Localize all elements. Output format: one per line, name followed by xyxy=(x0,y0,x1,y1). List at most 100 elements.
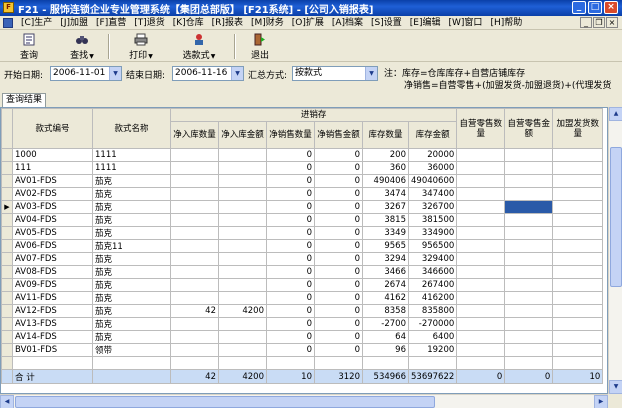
menu-reports[interactable]: [R]报表 xyxy=(208,17,247,29)
table-cell[interactable] xyxy=(218,187,267,201)
table-cell[interactable] xyxy=(504,252,554,266)
find-button[interactable]: 查找▼ xyxy=(64,33,100,61)
table-cell[interactable] xyxy=(456,148,506,162)
table-cell[interactable]: 0 xyxy=(266,330,315,344)
table-cell[interactable]: AV11-FDS xyxy=(12,291,93,305)
table-cell[interactable] xyxy=(456,174,506,188)
table-cell[interactable]: 835800 xyxy=(407,304,458,318)
table-cell[interactable] xyxy=(170,265,219,279)
table-cell[interactable]: -270000 xyxy=(407,317,458,331)
table-cell[interactable]: 茄克 xyxy=(92,317,171,331)
table-cell[interactable]: 0 xyxy=(314,213,363,227)
table-cell[interactable]: 0 xyxy=(266,278,315,292)
table-cell[interactable] xyxy=(456,187,506,201)
column-header-in-qty[interactable]: 净入库数量 xyxy=(170,121,219,149)
menu-production[interactable]: [C]生产 xyxy=(17,17,56,29)
menu-extend[interactable]: [O]扩展 xyxy=(288,17,328,29)
table-cell[interactable]: 3349 xyxy=(362,226,409,240)
table-cell[interactable]: 3267 xyxy=(362,200,409,214)
table-cell[interactable] xyxy=(504,161,554,175)
table-cell[interactable]: 111 xyxy=(12,161,93,175)
table-cell[interactable]: 0 xyxy=(314,200,363,214)
chevron-down-icon[interactable]: ▼ xyxy=(231,67,243,80)
table-cell[interactable]: 334900 xyxy=(407,226,458,240)
table-cell[interactable]: 茄克 xyxy=(92,291,171,305)
table-row[interactable]: AV02-FDS 茄克 0 0 3474 347400 xyxy=(1,187,604,201)
start-date-field[interactable]: 2006-11-01 ▼ xyxy=(50,66,122,81)
menu-edit[interactable]: [E]编辑 xyxy=(406,17,445,29)
table-cell[interactable]: 20000 xyxy=(407,148,458,162)
table-cell[interactable]: 267400 xyxy=(407,278,458,292)
table-cell[interactable]: BV01-FDS xyxy=(12,343,93,357)
table-cell[interactable]: 0 xyxy=(266,343,315,357)
table-row[interactable]: AV07-FDS 茄克 0 0 3294 329400 xyxy=(1,252,604,266)
table-cell[interactable]: 茄克 xyxy=(92,265,171,279)
horizontal-scrollbar[interactable]: ◀ ▶ xyxy=(0,394,608,408)
column-header-stock-amt[interactable]: 库存金额 xyxy=(407,121,458,149)
column-header-in-amt[interactable]: 净入库金额 xyxy=(218,121,267,149)
horizontal-scroll-thumb[interactable] xyxy=(15,396,435,408)
table-cell[interactable] xyxy=(456,213,506,227)
table-cell[interactable]: AV12-FDS xyxy=(12,304,93,318)
mdi-minimize-button[interactable]: _ xyxy=(580,17,592,28)
table-cell[interactable]: AV01-FDS xyxy=(12,174,93,188)
menu-window[interactable]: [W]窗口 xyxy=(445,17,487,29)
table-cell[interactable] xyxy=(170,174,219,188)
table-cell[interactable] xyxy=(504,278,554,292)
table-cell[interactable]: 3466 xyxy=(362,265,409,279)
menu-returns[interactable]: [T]退货 xyxy=(130,17,169,29)
table-cell[interactable] xyxy=(552,291,604,305)
table-cell[interactable] xyxy=(456,265,506,279)
table-cell[interactable] xyxy=(170,148,219,162)
current-row-indicator-icon[interactable]: ▶ xyxy=(1,200,13,214)
mdi-close-button[interactable]: × xyxy=(606,17,618,28)
table-cell[interactable] xyxy=(170,213,219,227)
table-row[interactable]: AV14-FDS 茄克 0 0 64 6400 xyxy=(1,330,604,344)
column-header-retail-qty[interactable]: 自营零售数量 xyxy=(456,108,506,149)
table-cell[interactable] xyxy=(170,226,219,240)
table-cell[interactable] xyxy=(218,200,267,214)
table-cell[interactable]: 1000 xyxy=(12,148,93,162)
table-row[interactable]: AV05-FDS 茄克 0 0 3349 334900 xyxy=(1,226,604,240)
vertical-scrollbar[interactable]: ▲ ▼ xyxy=(608,107,622,394)
table-cell[interactable]: 19200 xyxy=(407,343,458,357)
table-cell[interactable] xyxy=(504,239,554,253)
table-cell[interactable]: 3474 xyxy=(362,187,409,201)
table-cell[interactable]: 0 xyxy=(314,252,363,266)
table-cell[interactable]: 96 xyxy=(362,343,409,357)
table-cell[interactable] xyxy=(456,278,506,292)
table-cell[interactable]: 416200 xyxy=(407,291,458,305)
table-cell[interactable] xyxy=(170,187,219,201)
row-indicator[interactable] xyxy=(1,239,13,253)
chevron-down-icon[interactable]: ▼ xyxy=(109,67,121,80)
table-cell[interactable]: 0 xyxy=(266,226,315,240)
table-cell[interactable] xyxy=(552,343,604,357)
table-cell[interactable] xyxy=(218,161,267,175)
table-cell[interactable]: 6400 xyxy=(407,330,458,344)
table-cell[interactable] xyxy=(218,343,267,357)
table-cell[interactable]: 0 xyxy=(266,148,315,162)
table-cell[interactable] xyxy=(552,278,604,292)
table-cell[interactable]: 0 xyxy=(266,239,315,253)
summary-mode-select[interactable]: 按款式 ▼ xyxy=(292,66,378,81)
row-indicator[interactable] xyxy=(1,278,13,292)
table-cell[interactable] xyxy=(170,330,219,344)
table-row[interactable]: AV08-FDS 茄克 0 0 3466 346600 xyxy=(1,265,604,279)
table-cell[interactable] xyxy=(552,161,604,175)
row-indicator[interactable] xyxy=(1,343,13,357)
table-cell[interactable]: 茄克 xyxy=(92,304,171,318)
table-cell[interactable]: 360 xyxy=(362,161,409,175)
row-indicator[interactable] xyxy=(1,265,13,279)
column-header-retail-amt[interactable]: 自营零售金额 xyxy=(504,108,554,149)
table-cell[interactable]: 0 xyxy=(314,148,363,162)
print-button[interactable]: 打印▼ xyxy=(124,33,158,61)
table-row[interactable]: AV13-FDS 茄克 0 0 -2700 -270000 xyxy=(1,317,604,331)
table-row[interactable]: BV01-FDS 领带 0 0 96 19200 xyxy=(1,343,604,357)
table-cell[interactable]: 0 xyxy=(266,213,315,227)
table-cell[interactable]: 4162 xyxy=(362,291,409,305)
table-cell[interactable] xyxy=(170,278,219,292)
table-cell[interactable] xyxy=(218,213,267,227)
table-cell[interactable]: 490406 xyxy=(362,174,409,188)
close-button[interactable]: × xyxy=(604,1,618,14)
table-cell[interactable]: -2700 xyxy=(362,317,409,331)
